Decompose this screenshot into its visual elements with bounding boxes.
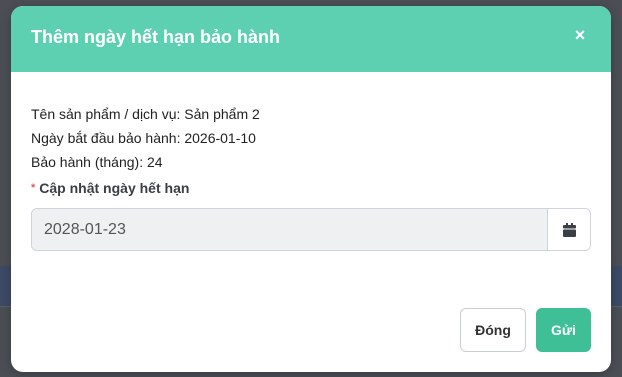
- calendar-button[interactable]: [547, 209, 590, 250]
- close-icon[interactable]: ×: [569, 24, 591, 46]
- required-mark: *: [31, 182, 36, 194]
- calendar-icon: [562, 222, 576, 237]
- expiry-date-picker: [31, 208, 591, 251]
- product-info: Tên sản phẩm / dịch vụ: Sản phẩm 2: [31, 106, 260, 122]
- warranty-start-info: Ngày bắt đầu bảo hành: 2026-01-10: [31, 130, 256, 146]
- modal-header: Thêm ngày hết hạn bảo hành ×: [11, 6, 611, 72]
- warranty-months-info: Bảo hành (tháng): 24: [31, 154, 163, 170]
- modal-body: Tên sản phẩm / dịch vụ: Sản phẩm 2 Ngày …: [31, 72, 591, 251]
- close-button[interactable]: Đóng: [460, 308, 526, 352]
- submit-button[interactable]: Gửi: [536, 308, 591, 352]
- modal-title: Thêm ngày hết hạn bảo hành: [31, 27, 281, 47]
- expiry-date-label: * Cập nhật ngày hết hạn: [31, 177, 591, 199]
- expiry-date-input[interactable]: [32, 209, 547, 250]
- warranty-expiry-modal: Thêm ngày hết hạn bảo hành × Tên sản phẩ…: [11, 6, 611, 372]
- modal-footer: Đóng Gửi: [460, 308, 591, 352]
- expiry-date-label-text: Cập nhật ngày hết hạn: [39, 180, 190, 196]
